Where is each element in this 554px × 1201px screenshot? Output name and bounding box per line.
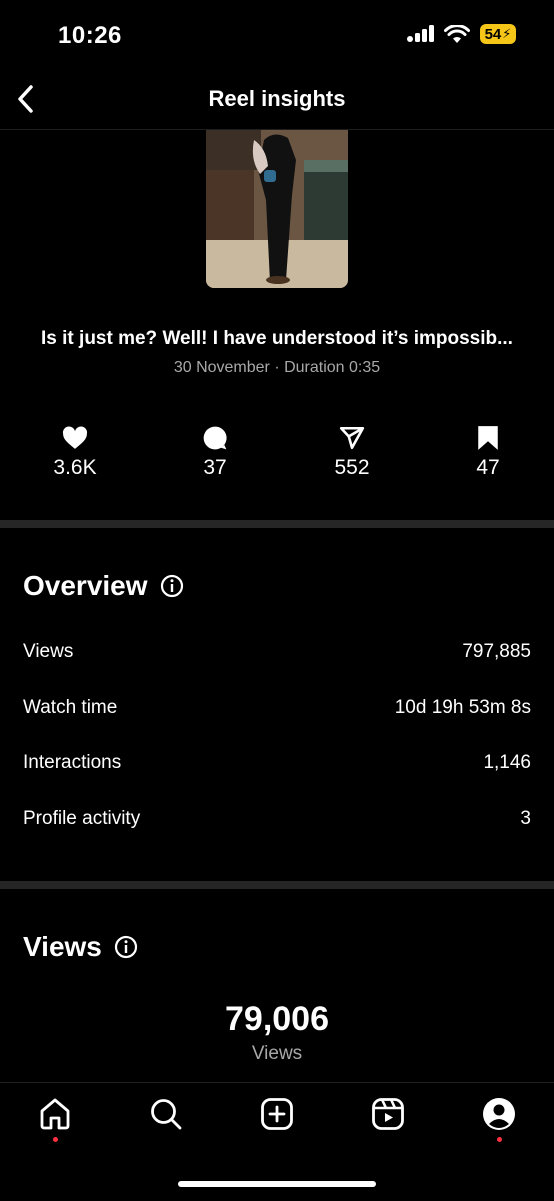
tab-home[interactable] xyxy=(25,1097,85,1157)
status-icons: 54 ⚡ xyxy=(406,24,516,44)
views-heading: Views xyxy=(23,931,138,963)
reel-caption: Is it just me? Well! I have understood i… xyxy=(41,328,513,349)
engagement-stats: 3.6K 37 552 47 xyxy=(0,424,554,484)
reel-thumbnail[interactable] xyxy=(206,130,348,288)
overview-row-profile-activity[interactable]: Profile activity 3 xyxy=(23,808,531,830)
share-icon xyxy=(339,426,365,450)
overview-row-views[interactable]: Views 797,885 xyxy=(23,641,531,663)
tab-reels[interactable] xyxy=(358,1097,418,1157)
profile-icon xyxy=(483,1098,515,1130)
notification-dot xyxy=(52,1137,58,1142)
row-label: Views xyxy=(23,641,74,662)
row-label: Interactions xyxy=(23,752,122,773)
tab-profile[interactable] xyxy=(469,1097,529,1157)
saves-count: 47 xyxy=(476,456,500,479)
saves-stat: 47 xyxy=(433,424,543,480)
views-title: Views xyxy=(23,931,102,962)
tab-create[interactable] xyxy=(247,1097,307,1157)
views-count: 79,006 xyxy=(225,1000,329,1038)
section-divider xyxy=(0,881,554,889)
status-time: 10:26 xyxy=(58,22,122,49)
views-count-label: Views xyxy=(251,1043,303,1064)
wifi-icon xyxy=(444,24,470,43)
comments-count: 37 xyxy=(203,456,227,479)
row-value: 3 xyxy=(520,808,531,829)
row-label: Profile activity xyxy=(23,808,141,829)
comment-icon xyxy=(203,426,227,450)
charging-icon: ⚡ xyxy=(502,26,512,41)
info-icon[interactable] xyxy=(160,574,184,598)
row-value: 10d 19h 53m 8s xyxy=(394,697,531,718)
notification-dot xyxy=(496,1137,502,1142)
battery-level: 54 xyxy=(484,25,502,43)
create-icon xyxy=(261,1098,293,1130)
likes-stat: 3.6K xyxy=(20,424,130,480)
signal-icon xyxy=(407,25,434,42)
row-value: 797,885 xyxy=(462,641,531,662)
overview-title: Overview xyxy=(23,570,148,601)
overview-heading: Overview xyxy=(23,570,184,602)
overview-row-interactions[interactable]: Interactions 1,146 xyxy=(23,752,531,774)
shares-stat: 552 xyxy=(297,424,407,480)
comments-stat: 37 xyxy=(160,424,270,480)
home-icon xyxy=(40,1098,70,1130)
section-divider xyxy=(0,520,554,528)
reel-meta: 30 November · Duration 0:35 xyxy=(173,359,381,376)
row-label: Watch time xyxy=(23,697,118,718)
shares-count: 552 xyxy=(334,456,370,479)
info-icon[interactable] xyxy=(114,935,138,959)
search-icon xyxy=(151,1099,182,1130)
tab-search[interactable] xyxy=(136,1097,196,1157)
row-value: 1,146 xyxy=(483,752,531,773)
heart-icon xyxy=(62,426,88,449)
battery-indicator: 54 ⚡ xyxy=(480,24,516,44)
likes-count: 3.6K xyxy=(53,456,97,479)
bookmark-icon xyxy=(478,426,498,450)
reels-icon xyxy=(372,1098,404,1130)
page-title: Reel insights xyxy=(208,86,346,111)
thumbnail-image xyxy=(206,130,348,288)
overview-row-watch-time[interactable]: Watch time 10d 19h 53m 8s xyxy=(23,697,531,719)
home-indicator xyxy=(178,1181,376,1187)
